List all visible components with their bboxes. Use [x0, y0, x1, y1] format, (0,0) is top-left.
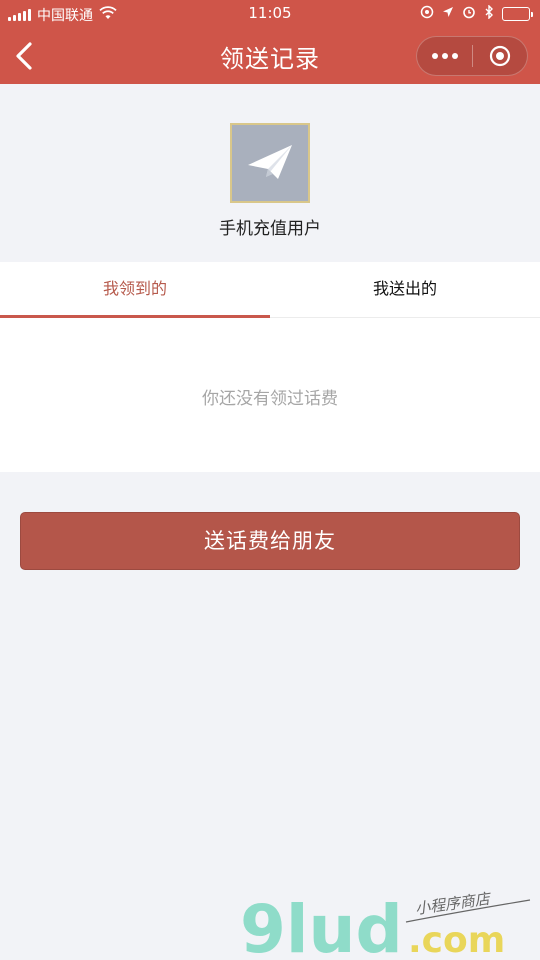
close-mini-program-button[interactable]: [473, 37, 527, 75]
target-circle-icon: [489, 45, 511, 67]
watermark-brand: 9lud: [240, 891, 403, 960]
alarm-icon: [462, 5, 476, 22]
empty-state-message: 你还没有领过话费: [202, 389, 338, 409]
paper-plane-icon: [248, 145, 292, 179]
status-bar: 中国联通 11:05: [0, 0, 540, 28]
location-lock-icon: [420, 5, 434, 22]
tab-received[interactable]: 我领到的: [0, 262, 270, 318]
location-arrow-icon: [442, 6, 454, 21]
profile-section: 手机充值用户: [0, 84, 540, 262]
nav-bar: 领送记录: [0, 28, 540, 84]
watermark-logo: 9lud .com 小程序商店: [240, 889, 531, 960]
tab-sent[interactable]: 我送出的: [270, 262, 540, 318]
record-list-panel: 你还没有领过话费: [0, 318, 540, 472]
more-button[interactable]: [417, 37, 472, 75]
mini-program-capsule: [416, 36, 528, 76]
battery-icon: [502, 6, 533, 21]
avatar: [230, 123, 310, 203]
username: 手机充值用户: [219, 219, 321, 239]
send-credit-to-friend-button[interactable]: 送话费给朋友: [20, 512, 520, 570]
watermark-domain: .com: [408, 920, 505, 960]
bluetooth-icon: [484, 4, 494, 22]
more-dots-icon: [431, 53, 458, 59]
record-tabs: 我领到的 我送出的: [0, 262, 540, 318]
